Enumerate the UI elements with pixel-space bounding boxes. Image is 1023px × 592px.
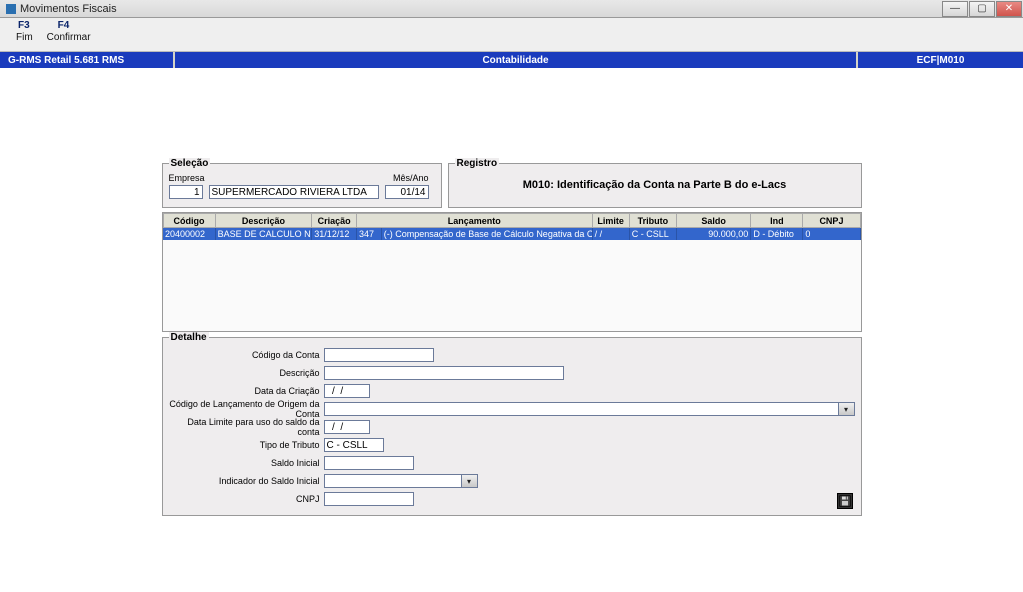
cell-codigo: 20400002: [163, 228, 215, 240]
tipo-tributo-label: Tipo de Tributo: [169, 440, 324, 450]
codigo-conta-label: Código da Conta: [169, 350, 324, 360]
shortcut-f4: F4: [58, 20, 70, 31]
menu-bar: F3 F4 Fim Confirmar: [0, 18, 1023, 52]
col-tributo[interactable]: Tributo: [629, 214, 676, 228]
cell-limite: / /: [592, 228, 629, 240]
mesano-label: Mês/Ano: [385, 173, 429, 183]
cell-lanc-desc: (-) Compensação de Base de Cálculo Negat…: [381, 228, 592, 240]
window-title: Movimentos Fiscais: [0, 3, 117, 15]
cell-lanc-cod: 347: [356, 228, 381, 240]
status-left: G-RMS Retail 5.681 RMS: [0, 52, 175, 68]
menu-shortcuts: F3 F4: [10, 20, 1013, 31]
col-cnpj[interactable]: CNPJ: [803, 214, 860, 228]
empresa-code-input[interactable]: [169, 185, 203, 199]
cnpj-label: CNPJ: [169, 494, 324, 504]
menu-fim[interactable]: Fim: [16, 32, 33, 43]
empresa-name-input[interactable]: [209, 185, 379, 199]
minimize-button[interactable]: —: [942, 1, 968, 17]
col-codigo[interactable]: Código: [163, 214, 215, 228]
status-bar: G-RMS Retail 5.681 RMS Contabilidade ECF…: [0, 52, 1023, 68]
cell-cnpj: 0: [803, 228, 860, 240]
col-ind[interactable]: Ind: [751, 214, 803, 228]
save-button[interactable]: [837, 493, 853, 509]
data-criacao-label: Data da Criação: [169, 386, 324, 396]
mesano-input[interactable]: [385, 185, 429, 199]
data-grid[interactable]: Código Descrição Criação Lançamento Limi…: [162, 212, 862, 332]
empresa-label: Empresa: [169, 173, 379, 183]
cod-lanc-origem-label: Código de Lançamento de Origem da Conta: [169, 399, 324, 419]
grid-row[interactable]: 20400002 BASE DE CALCULO NEGA 31/12/12 3…: [163, 228, 860, 240]
cell-ind: D - Débito: [751, 228, 803, 240]
cod-lanc-origem-dropdown[interactable]: [839, 402, 855, 416]
window-controls: — ▢ ✕: [942, 1, 1023, 17]
ind-saldo-inicial-input[interactable]: [324, 474, 462, 488]
window-titlebar: Movimentos Fiscais — ▢ ✕: [0, 0, 1023, 18]
detalhe-fieldset: Detalhe Código da Conta Descrição Data d…: [162, 332, 862, 516]
data-criacao-input[interactable]: [324, 384, 370, 398]
maximize-button[interactable]: ▢: [969, 1, 995, 17]
col-limite[interactable]: Limite: [592, 214, 629, 228]
cell-criacao: 31/12/12: [312, 228, 357, 240]
codigo-conta-input[interactable]: [324, 348, 434, 362]
menu-confirmar[interactable]: Confirmar: [47, 32, 91, 43]
cell-saldo: 90.000,00: [676, 228, 750, 240]
registro-text: M010: Identificação da Conta na Parte B …: [523, 173, 786, 201]
data-limite-input[interactable]: [324, 420, 370, 434]
status-right: ECF|M010: [858, 52, 1023, 68]
cell-tributo: C - CSLL: [629, 228, 676, 240]
detalhe-legend: Detalhe: [169, 332, 209, 343]
shortcut-f3: F3: [18, 20, 30, 31]
window-title-text: Movimentos Fiscais: [20, 3, 117, 15]
selecao-legend: Seleção: [169, 158, 211, 169]
data-limite-label: Data Limite para uso do saldo da conta: [169, 417, 324, 437]
close-button[interactable]: ✕: [996, 1, 1022, 17]
ind-saldo-inicial-label: Indicador do Saldo Inicial: [169, 476, 324, 486]
menu-items: Fim Confirmar: [10, 32, 1013, 43]
col-descricao[interactable]: Descrição: [215, 214, 312, 228]
descricao-input[interactable]: [324, 366, 564, 380]
selecao-fieldset: Seleção Empresa Mês/Ano: [162, 158, 442, 208]
cell-descricao: BASE DE CALCULO NEGA: [215, 228, 312, 240]
status-mid: Contabilidade: [175, 52, 858, 68]
col-saldo[interactable]: Saldo: [676, 214, 750, 228]
saldo-inicial-label: Saldo Inicial: [169, 458, 324, 468]
cnpj-input[interactable]: [324, 492, 414, 506]
diskette-icon: [839, 495, 851, 507]
grid-header-row: Código Descrição Criação Lançamento Limi…: [163, 214, 860, 228]
registro-fieldset: Registro M010: Identificação da Conta na…: [448, 158, 862, 208]
saldo-inicial-input[interactable]: [324, 456, 414, 470]
col-lancamento[interactable]: Lançamento: [356, 214, 592, 228]
cod-lanc-origem-input[interactable]: [324, 402, 839, 416]
col-criacao[interactable]: Criação: [312, 214, 357, 228]
descricao-label: Descrição: [169, 368, 324, 378]
workspace: Seleção Empresa Mês/Ano Registro M010: I…: [0, 68, 1023, 592]
registro-legend: Registro: [455, 158, 500, 169]
tipo-tributo-input[interactable]: [324, 438, 384, 452]
app-icon: [6, 4, 16, 14]
ind-saldo-inicial-dropdown[interactable]: [462, 474, 478, 488]
